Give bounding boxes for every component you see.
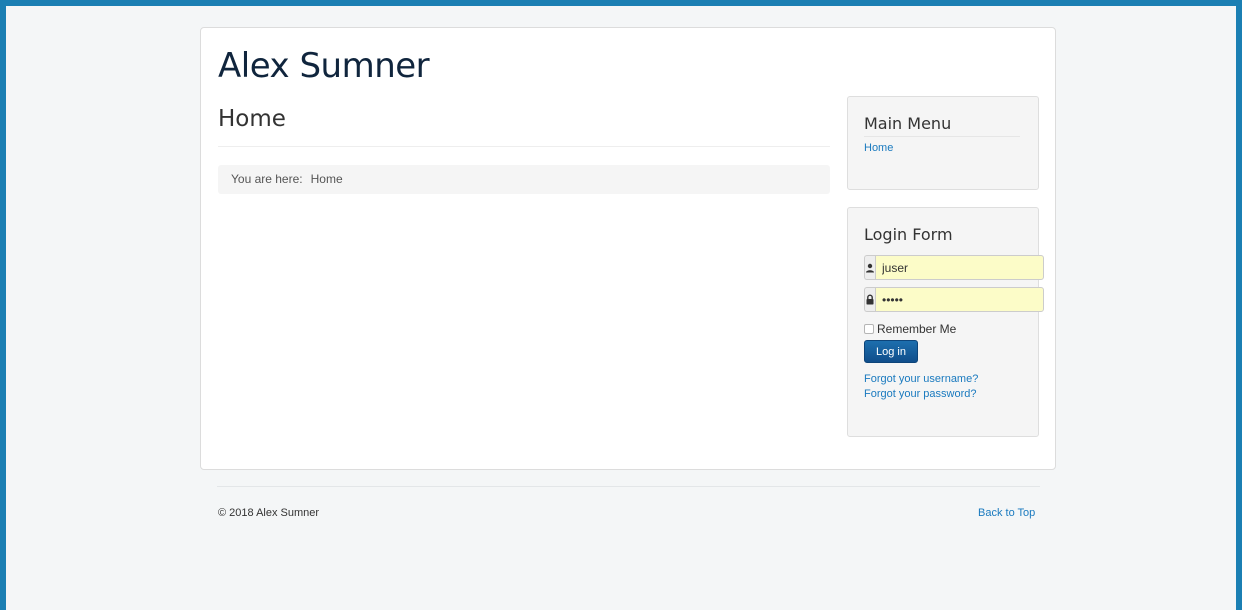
main-menu-divider xyxy=(864,136,1020,137)
back-to-top-link[interactable]: Back to Top xyxy=(978,507,1035,519)
page-title-divider xyxy=(218,146,830,147)
window-border-top xyxy=(0,0,1242,6)
password-row xyxy=(864,287,1044,312)
username-input[interactable] xyxy=(875,255,1044,280)
footer-divider xyxy=(217,486,1040,487)
remember-me[interactable]: Remember Me xyxy=(864,322,956,336)
login-form-module: Login Form Remember Me Log xyxy=(847,207,1044,437)
remember-me-checkbox[interactable] xyxy=(864,324,874,334)
page-container: Alex Sumner Home You are here: Home Main … xyxy=(200,27,1056,470)
window-border-right xyxy=(1236,0,1242,610)
copyright: © 2018 Alex Sumner xyxy=(218,507,320,519)
lock-icon xyxy=(864,287,875,312)
login-button[interactable]: Log in xyxy=(864,340,918,363)
main-menu-title: Main Menu xyxy=(864,114,952,133)
breadcrumb-prefix: You are here: xyxy=(231,172,303,186)
forgot-password-link[interactable]: Forgot your password? xyxy=(864,388,977,400)
breadcrumb: You are here: Home xyxy=(218,165,830,194)
user-icon xyxy=(864,255,875,280)
username-row xyxy=(864,255,1044,280)
main-menu-module: Main Menu Home xyxy=(847,96,1039,190)
breadcrumb-current: Home xyxy=(310,172,343,186)
remember-me-label: Remember Me xyxy=(877,322,957,336)
site-title[interactable]: Alex Sumner xyxy=(218,46,430,86)
page-title: Home xyxy=(218,106,286,132)
login-form-title: Login Form xyxy=(864,225,953,244)
menu-item-home[interactable]: Home xyxy=(864,142,893,154)
password-input[interactable] xyxy=(875,287,1044,312)
window-border-left xyxy=(0,0,6,610)
forgot-username-link[interactable]: Forgot your username? xyxy=(864,373,978,385)
